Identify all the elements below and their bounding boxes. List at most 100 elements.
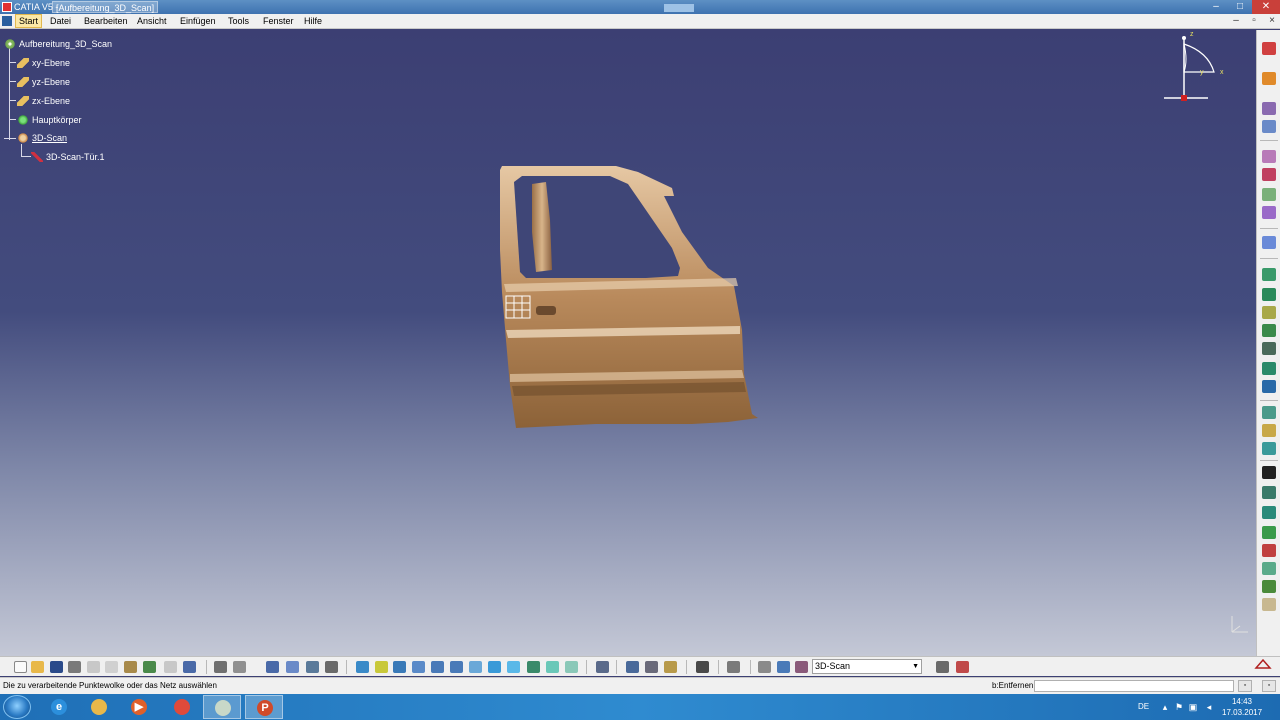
- tool-icon[interactable]: [1262, 288, 1276, 301]
- tool-icon[interactable]: [1262, 342, 1276, 355]
- tool-icon[interactable]: [1262, 42, 1276, 55]
- tool-icon[interactable]: [664, 661, 677, 673]
- doc-close-button[interactable]: ×: [1266, 15, 1278, 27]
- tool-icon[interactable]: [626, 661, 639, 673]
- paste-icon[interactable]: [124, 661, 137, 673]
- taskbar-app-chrome[interactable]: [163, 695, 201, 719]
- status-button[interactable]: ▫: [1262, 680, 1276, 692]
- magnet-icon[interactable]: [1262, 466, 1276, 479]
- menu-datei[interactable]: Datei: [47, 14, 74, 28]
- maximize-button[interactable]: □: [1227, 0, 1253, 14]
- workbench-select[interactable]: 3D-Scan ▼: [812, 659, 922, 674]
- taskbar-app-catia[interactable]: [203, 695, 241, 719]
- tool-icon[interactable]: [1262, 424, 1276, 437]
- flag-icon[interactable]: ⚑: [1174, 702, 1184, 712]
- tool-icon[interactable]: [1262, 324, 1276, 337]
- copy-icon[interactable]: [105, 661, 118, 673]
- hide-show-icon[interactable]: [546, 661, 559, 673]
- tool-icon[interactable]: [596, 661, 609, 673]
- tool-icon[interactable]: [1262, 120, 1276, 133]
- clock-time[interactable]: 14:43: [1222, 697, 1262, 706]
- tool-icon[interactable]: [727, 661, 740, 673]
- swap-space-icon[interactable]: [565, 661, 578, 673]
- tool-icon[interactable]: [1262, 506, 1276, 519]
- normal-view-icon[interactable]: [469, 661, 482, 673]
- fit-all-icon[interactable]: [375, 661, 388, 673]
- menu-bearbeiten[interactable]: Bearbeiten: [81, 14, 131, 28]
- taskbar-app-powerpoint[interactable]: P: [245, 695, 283, 719]
- taskbar-app-ie[interactable]: e: [40, 695, 78, 719]
- tool-icon[interactable]: [1262, 168, 1276, 181]
- tool-icon[interactable]: [1262, 580, 1276, 593]
- status-button[interactable]: ▫: [1238, 680, 1252, 692]
- fly-mode-icon[interactable]: [356, 661, 369, 673]
- tool-icon[interactable]: [1262, 102, 1276, 115]
- language-indicator[interactable]: DE: [1138, 702, 1149, 711]
- formula-icon[interactable]: [214, 661, 227, 673]
- tool-icon[interactable]: [777, 661, 790, 673]
- tool-icon[interactable]: [1262, 486, 1276, 499]
- tool-icon[interactable]: [1262, 380, 1276, 393]
- new-file-icon[interactable]: [14, 661, 27, 673]
- tool-icon[interactable]: [1262, 598, 1276, 611]
- network-icon[interactable]: ▣: [1188, 702, 1198, 712]
- render-style-icon[interactable]: [527, 661, 540, 673]
- tool-icon[interactable]: [936, 661, 949, 673]
- command-input[interactable]: [1034, 680, 1234, 692]
- tool-icon[interactable]: [1262, 306, 1276, 319]
- cut-icon[interactable]: [87, 661, 100, 673]
- tool-icon[interactable]: [1262, 188, 1276, 201]
- tool-icon[interactable]: [1262, 406, 1276, 419]
- comment-icon[interactable]: [233, 661, 246, 673]
- tool-icon[interactable]: [1262, 544, 1276, 557]
- car-door-scan-mesh[interactable]: [496, 160, 768, 432]
- open-folder-icon[interactable]: [31, 661, 44, 673]
- zoom-in-icon[interactable]: [431, 661, 444, 673]
- tool-icon[interactable]: [1262, 236, 1276, 249]
- redo-icon[interactable]: [164, 661, 177, 673]
- tool-icon[interactable]: [956, 661, 969, 673]
- tool-icon[interactable]: [1262, 206, 1276, 219]
- print-icon[interactable]: [68, 661, 81, 673]
- menu-einfuegen[interactable]: Einfügen: [177, 14, 219, 28]
- menu-hilfe[interactable]: Hilfe: [301, 14, 325, 28]
- windows-start-button[interactable]: [3, 695, 31, 719]
- minimize-button[interactable]: –: [1203, 0, 1229, 14]
- tool-icon[interactable]: [1262, 562, 1276, 575]
- catia-app-icon[interactable]: [2, 2, 12, 12]
- tool-icon[interactable]: [1262, 362, 1276, 375]
- whats-this-icon[interactable]: [183, 661, 196, 673]
- doc-minimize-button[interactable]: –: [1230, 15, 1242, 27]
- update-icon[interactable]: [758, 661, 771, 673]
- tool-icon[interactable]: [795, 661, 808, 673]
- tool-icon[interactable]: [1262, 268, 1276, 281]
- rotate-icon[interactable]: [412, 661, 425, 673]
- taskbar-app-explorer[interactable]: [80, 695, 118, 719]
- capture-icon[interactable]: [696, 661, 709, 673]
- doc-restore-button[interactable]: ▫: [1248, 15, 1260, 27]
- volume-icon[interactable]: ◂: [1204, 702, 1214, 712]
- tool-icon[interactable]: [645, 661, 658, 673]
- zoom-out-icon[interactable]: [450, 661, 463, 673]
- menu-start[interactable]: Start: [15, 14, 43, 28]
- save-icon[interactable]: [50, 661, 63, 673]
- document-icon[interactable]: [2, 16, 12, 26]
- menu-tools[interactable]: Tools: [225, 14, 252, 28]
- tool-icon[interactable]: [325, 661, 338, 673]
- close-button[interactable]: ✕: [1252, 0, 1280, 14]
- tool-icon[interactable]: [1262, 442, 1276, 455]
- clock-date[interactable]: 17.03.2017: [1222, 708, 1262, 717]
- arrow-up-icon[interactable]: ▴: [1160, 702, 1170, 712]
- pan-icon[interactable]: [393, 661, 406, 673]
- tool-icon[interactable]: [306, 661, 319, 673]
- undo-icon[interactable]: [143, 661, 156, 673]
- iso-view-icon[interactable]: [488, 661, 501, 673]
- tool-icon[interactable]: [1262, 150, 1276, 163]
- tool-icon[interactable]: [286, 661, 299, 673]
- select-arrow-icon[interactable]: [1262, 72, 1276, 85]
- view-mode-icon[interactable]: [507, 661, 520, 673]
- tool-icon[interactable]: [266, 661, 279, 673]
- taskbar-app-media[interactable]: ▶: [120, 695, 158, 719]
- orientation-compass[interactable]: z x y: [1160, 30, 1226, 104]
- tool-icon[interactable]: [1262, 526, 1276, 539]
